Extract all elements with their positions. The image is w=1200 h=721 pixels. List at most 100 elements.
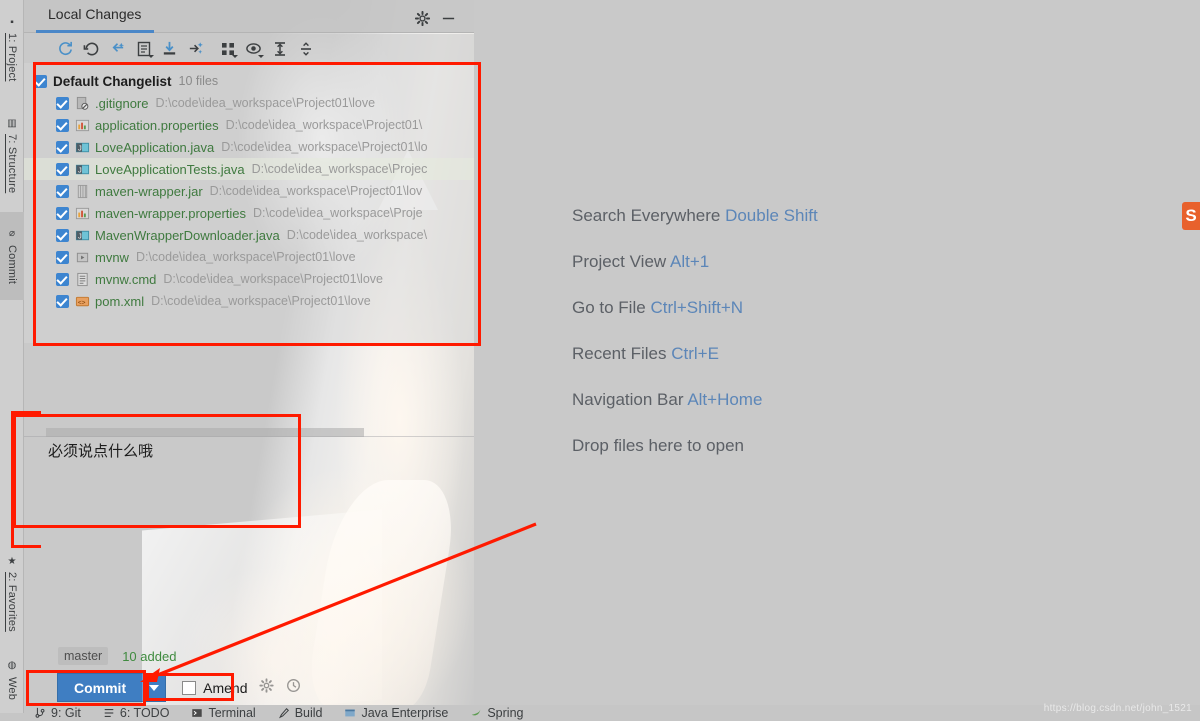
hint-label: Drop files here to open [572, 436, 744, 455]
expand-all-icon[interactable] [268, 37, 291, 60]
sonarlint-icon[interactable]: S [1182, 202, 1200, 230]
file-checkbox[interactable] [56, 118, 69, 132]
clock-icon[interactable] [286, 678, 301, 698]
table-row[interactable]: J LoveApplicationTests.java D:\code\idea… [24, 158, 474, 180]
table-row[interactable]: J MavenWrapperDownloader.java D:\code\id… [24, 224, 474, 246]
hint-label: Navigation Bar [572, 390, 684, 409]
branch-status-line: master 10 added [58, 647, 176, 665]
structure-icon: ▥ [6, 118, 18, 130]
web-icon: ◍ [6, 660, 18, 672]
sidebar-item-web[interactable]: ◍ Web [0, 650, 24, 710]
file-checkbox[interactable] [56, 96, 69, 110]
group-by-icon[interactable] [216, 37, 239, 60]
table-row[interactable]: J LoveApplication.java D:\code\idea_work… [24, 136, 474, 158]
file-path: D:\code\idea_workspace\Project01\lo [221, 140, 428, 154]
table-row[interactable]: maven-wrapper.jar D:\code\idea_workspace… [24, 180, 474, 202]
file-checkbox[interactable] [56, 206, 69, 220]
file-path: D:\code\idea_workspace\Project01\love [135, 250, 356, 264]
gear-icon[interactable] [414, 10, 431, 31]
hint-label: Recent Files [572, 344, 667, 363]
hint-key: Ctrl+E [671, 344, 719, 363]
show-diff-icon[interactable] [132, 37, 155, 60]
properties-file-icon [75, 118, 90, 133]
move-to-changelist-icon[interactable] [184, 37, 207, 60]
file-name: maven-wrapper.properties [95, 205, 247, 221]
file-name: pom.xml [95, 293, 145, 309]
sidebar-item-label: 2: Favorites [6, 572, 18, 633]
commit-icon: ⌀ [6, 228, 18, 240]
file-checkbox[interactable] [56, 250, 69, 264]
changelist-name: Default Changelist [53, 73, 172, 89]
file-path: D:\code\idea_workspace\Project01\lov [209, 184, 423, 198]
collapse-all-icon[interactable] [294, 37, 317, 60]
shelve-silently-icon[interactable] [106, 37, 129, 60]
changelist-checkbox[interactable] [34, 74, 47, 88]
commit-controls: Commit Amend [57, 673, 301, 702]
changelist-file-count: 10 files [178, 74, 219, 88]
ide-window: ▪ 1: Project ▥ 7: Structure ⌀ Commit ★ 2… [0, 0, 1200, 721]
file-checkbox[interactable] [56, 184, 69, 198]
table-row[interactable]: maven-wrapper.properties D:\code\idea_wo… [24, 202, 474, 224]
refresh-icon[interactable] [54, 37, 77, 60]
changes-tree[interactable]: Default Changelist 10 files .gitignore D… [24, 63, 474, 343]
chevron-down-icon [149, 684, 160, 691]
table-row[interactable]: .gitignore D:\code\idea_workspace\Projec… [24, 92, 474, 114]
minimize-icon[interactable] [441, 11, 456, 31]
editor-placeholder[interactable]: Search Everywhere Double Shift Project V… [474, 0, 1200, 713]
file-path: D:\code\idea_workspace\Project01\ [225, 118, 423, 132]
svg-text:<>: <> [78, 299, 86, 306]
hint-navigation-bar: Navigation Bar Alt+Home [572, 390, 818, 410]
svg-text:J: J [78, 231, 82, 240]
preview-diff-icon[interactable] [242, 37, 265, 60]
file-checkbox[interactable] [56, 272, 69, 286]
commit-dropdown-button[interactable] [142, 673, 167, 702]
file-path: D:\code\idea_workspace\ [286, 228, 428, 242]
cmd-file-icon [75, 272, 90, 287]
file-name: LoveApplication.java [95, 139, 215, 155]
sonarlint-glyph: S [1185, 206, 1197, 225]
amend-checkbox[interactable]: Amend [182, 680, 247, 696]
gitignore-file-icon [75, 96, 90, 111]
table-row[interactable]: application.properties D:\code\idea_work… [24, 114, 474, 136]
sidebar-item-favorites[interactable]: ★ 2: Favorites [0, 540, 24, 648]
changelist-row[interactable]: Default Changelist 10 files [24, 70, 474, 92]
properties-file-icon [75, 206, 90, 221]
gear-icon[interactable] [259, 677, 275, 698]
table-row[interactable]: <> pom.xml D:\code\idea_workspace\Projec… [24, 290, 474, 312]
sidebar-item-label: 7: Structure [6, 134, 18, 194]
java-class-icon: J [75, 162, 90, 177]
added-count: 10 added [122, 648, 177, 664]
sidebar-item-commit[interactable]: ⌀ Commit [0, 212, 24, 300]
commit-message-area [38, 424, 502, 528]
hint-project-view: Project View Alt+1 [572, 252, 818, 272]
get-from-vcs-icon[interactable] [158, 37, 181, 60]
sidebar-item-structure[interactable]: ▥ 7: Structure [0, 104, 24, 208]
jar-file-icon [75, 184, 90, 199]
sidebar-item-label: Commit [6, 244, 18, 284]
sidebar-item-project[interactable]: ▪ 1: Project [0, 4, 24, 94]
status-item-spring[interactable]: Spring [470, 706, 523, 720]
svg-text:J: J [78, 165, 82, 174]
file-checkbox[interactable] [56, 140, 69, 154]
rollback-icon[interactable] [80, 37, 103, 60]
file-name: maven-wrapper.jar [95, 183, 203, 199]
table-row[interactable]: mvnw.cmd D:\code\idea_workspace\Project0… [24, 268, 474, 290]
tab-local-changes[interactable]: Local Changes [36, 6, 153, 29]
sidebar-item-label: Web [6, 676, 18, 700]
hint-go-to-file: Go to File Ctrl+Shift+N [572, 298, 818, 318]
file-checkbox[interactable] [56, 162, 69, 176]
folder-icon: ▪ [6, 16, 18, 28]
commit-tool-window: Local Changes Default Changelist 10 file… [24, 0, 502, 713]
file-name: MavenWrapperDownloader.java [95, 227, 280, 243]
amend-checkbox-box[interactable] [182, 680, 197, 695]
commit-message-input[interactable] [46, 438, 502, 526]
changes-toolbar [24, 34, 474, 63]
commit-button[interactable]: Commit [57, 673, 143, 702]
commit-message-toolbar [46, 428, 364, 437]
file-checkbox[interactable] [56, 294, 69, 308]
editor-hint-list: Search Everywhere Double Shift Project V… [572, 206, 818, 482]
hint-key: Alt+Home [687, 390, 763, 409]
file-checkbox[interactable] [56, 228, 69, 242]
hint-label: Search Everywhere [572, 206, 721, 225]
table-row[interactable]: mvnw D:\code\idea_workspace\Project01\lo… [24, 246, 474, 268]
